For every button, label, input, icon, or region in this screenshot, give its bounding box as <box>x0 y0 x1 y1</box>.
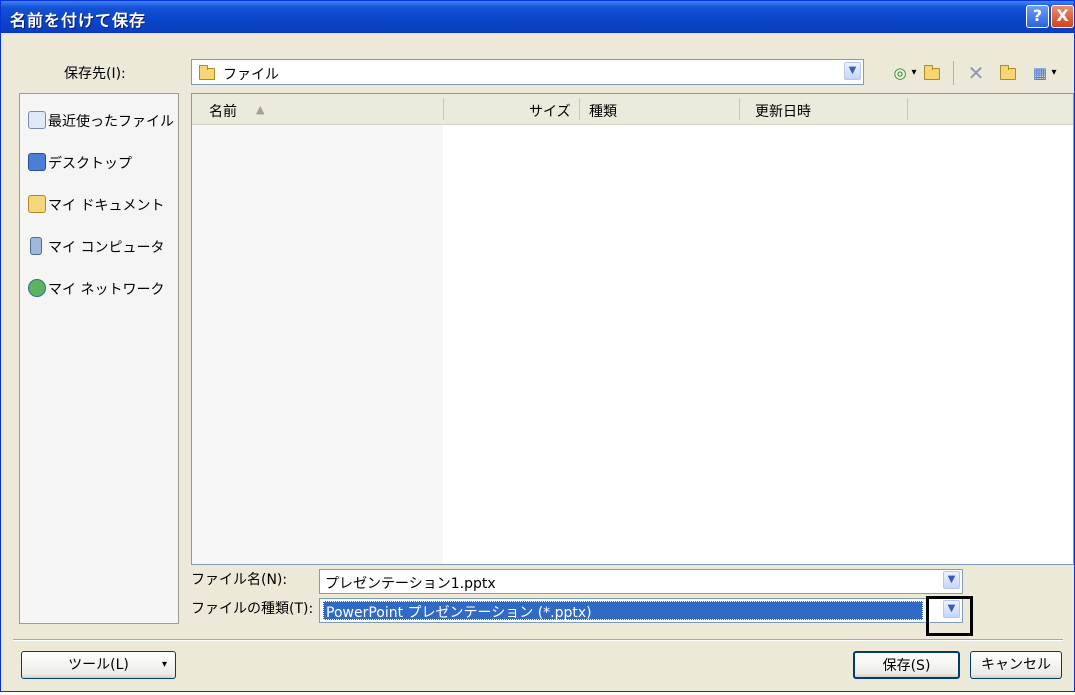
new-folder-icon <box>1000 65 1016 80</box>
back-icon[interactable]: ◎ <box>891 64 909 82</box>
close-icon: X <box>1056 6 1069 25</box>
filename-label: ファイル名(N): <box>191 572 288 588</box>
close-button[interactable]: X <box>1051 5 1074 28</box>
tools-dropdown-icon: ▾ <box>161 659 167 670</box>
filetype-label: ファイルの種類(T): <box>191 601 314 617</box>
highlight-box <box>926 596 973 636</box>
save-in-label: 保存先(I): <box>64 66 126 82</box>
places-item-my-network[interactable]: マイ ネットワーク <box>20 272 178 304</box>
places-item-label: マイ コンピュータ <box>48 240 165 256</box>
column-header-name-label: 名前 <box>209 104 237 120</box>
places-item-recent[interactable]: 最近使ったファイル <box>20 104 178 136</box>
help-icon: ? <box>1032 6 1043 25</box>
toolbar-separator <box>953 61 954 85</box>
column-header-size[interactable]: サイズ <box>443 94 579 125</box>
chevron-down-icon[interactable]: ▼ <box>844 62 861 80</box>
places-item-label: デスクトップ <box>48 156 132 172</box>
column-header-modified-label: 更新日時 <box>755 104 811 120</box>
my-documents-icon <box>28 195 46 213</box>
up-folder-button[interactable] <box>923 64 941 82</box>
places-item-label: マイ ドキュメント <box>48 198 165 214</box>
places-item-my-computer[interactable]: マイ コンピュータ <box>20 230 178 262</box>
tools-button-label: ツール(L) <box>68 657 129 673</box>
filetype-dropdown[interactable]: PowerPoint プレゼンテーション (*.pptx) ▼ <box>319 598 963 623</box>
new-folder-button[interactable] <box>999 64 1017 82</box>
save-button-label: 保存(S) <box>882 658 931 674</box>
column-divider[interactable] <box>907 98 908 120</box>
cancel-button-label: キャンセル <box>981 657 1051 673</box>
sorted-column-background <box>192 125 443 564</box>
recent-icon <box>28 111 46 129</box>
window-title: 名前を付けて保存 <box>10 11 147 30</box>
up-folder-icon <box>924 65 940 80</box>
sort-ascending-icon: ▲ <box>256 103 265 116</box>
title-bar[interactable]: 名前を付けて保存 ? X <box>1 1 1074 33</box>
save-in-dropdown[interactable]: ファイル ▼ <box>191 59 864 85</box>
column-header-name[interactable]: 名前 ▲ <box>192 94 443 125</box>
delete-icon[interactable]: ✕ <box>967 63 985 83</box>
file-list[interactable]: 名前 ▲ サイズ 種類 更新日時 <box>191 93 1074 565</box>
column-divider[interactable] <box>443 98 444 120</box>
filename-value: プレゼンテーション1.pptx <box>325 576 496 592</box>
places-item-my-documents[interactable]: マイ ドキュメント <box>20 188 178 220</box>
tools-button[interactable]: ツール(L) ▾ <box>21 651 176 679</box>
views-menu-icon[interactable]: ▦ <box>1031 64 1049 82</box>
help-button[interactable]: ? <box>1026 5 1049 28</box>
column-divider[interactable] <box>579 98 580 120</box>
chevron-down-icon[interactable]: ▼ <box>943 571 960 589</box>
places-item-label: 最近使ったファイル <box>48 114 174 130</box>
back-dropdown-icon[interactable]: ▾ <box>909 64 919 82</box>
my-computer-icon <box>30 237 42 255</box>
desktop-icon <box>28 153 46 171</box>
views-dropdown-icon[interactable]: ▾ <box>1049 64 1059 82</box>
save-as-dialog: 名前を付けて保存 ? X 保存先(I): ファイル ▼ ◎ ▾ ✕ ▦ ▾ 最近… <box>0 0 1075 692</box>
bottom-divider <box>13 639 1063 641</box>
save-button[interactable]: 保存(S) <box>853 651 960 679</box>
places-item-label: マイ ネットワーク <box>48 282 165 298</box>
column-header-filler <box>907 94 1073 125</box>
my-network-icon <box>28 279 46 297</box>
column-divider[interactable] <box>739 98 740 120</box>
filename-input[interactable]: プレゼンテーション1.pptx ▼ <box>319 569 963 594</box>
column-header-size-label: サイズ <box>529 104 571 120</box>
places-item-desktop[interactable]: デスクトップ <box>20 146 178 178</box>
filetype-value: PowerPoint プレゼンテーション (*.pptx) <box>326 605 592 621</box>
column-header-type[interactable]: 種類 <box>579 94 739 125</box>
places-bar: 最近使ったファイル デスクトップ マイ ドキュメント マイ コンピュータ マイ … <box>19 93 179 624</box>
folder-icon <box>199 65 215 80</box>
column-header-modified[interactable]: 更新日時 <box>739 94 907 125</box>
save-in-value: ファイル <box>223 67 279 83</box>
cancel-button[interactable]: キャンセル <box>970 651 1062 679</box>
column-header-type-label: 種類 <box>589 104 617 120</box>
